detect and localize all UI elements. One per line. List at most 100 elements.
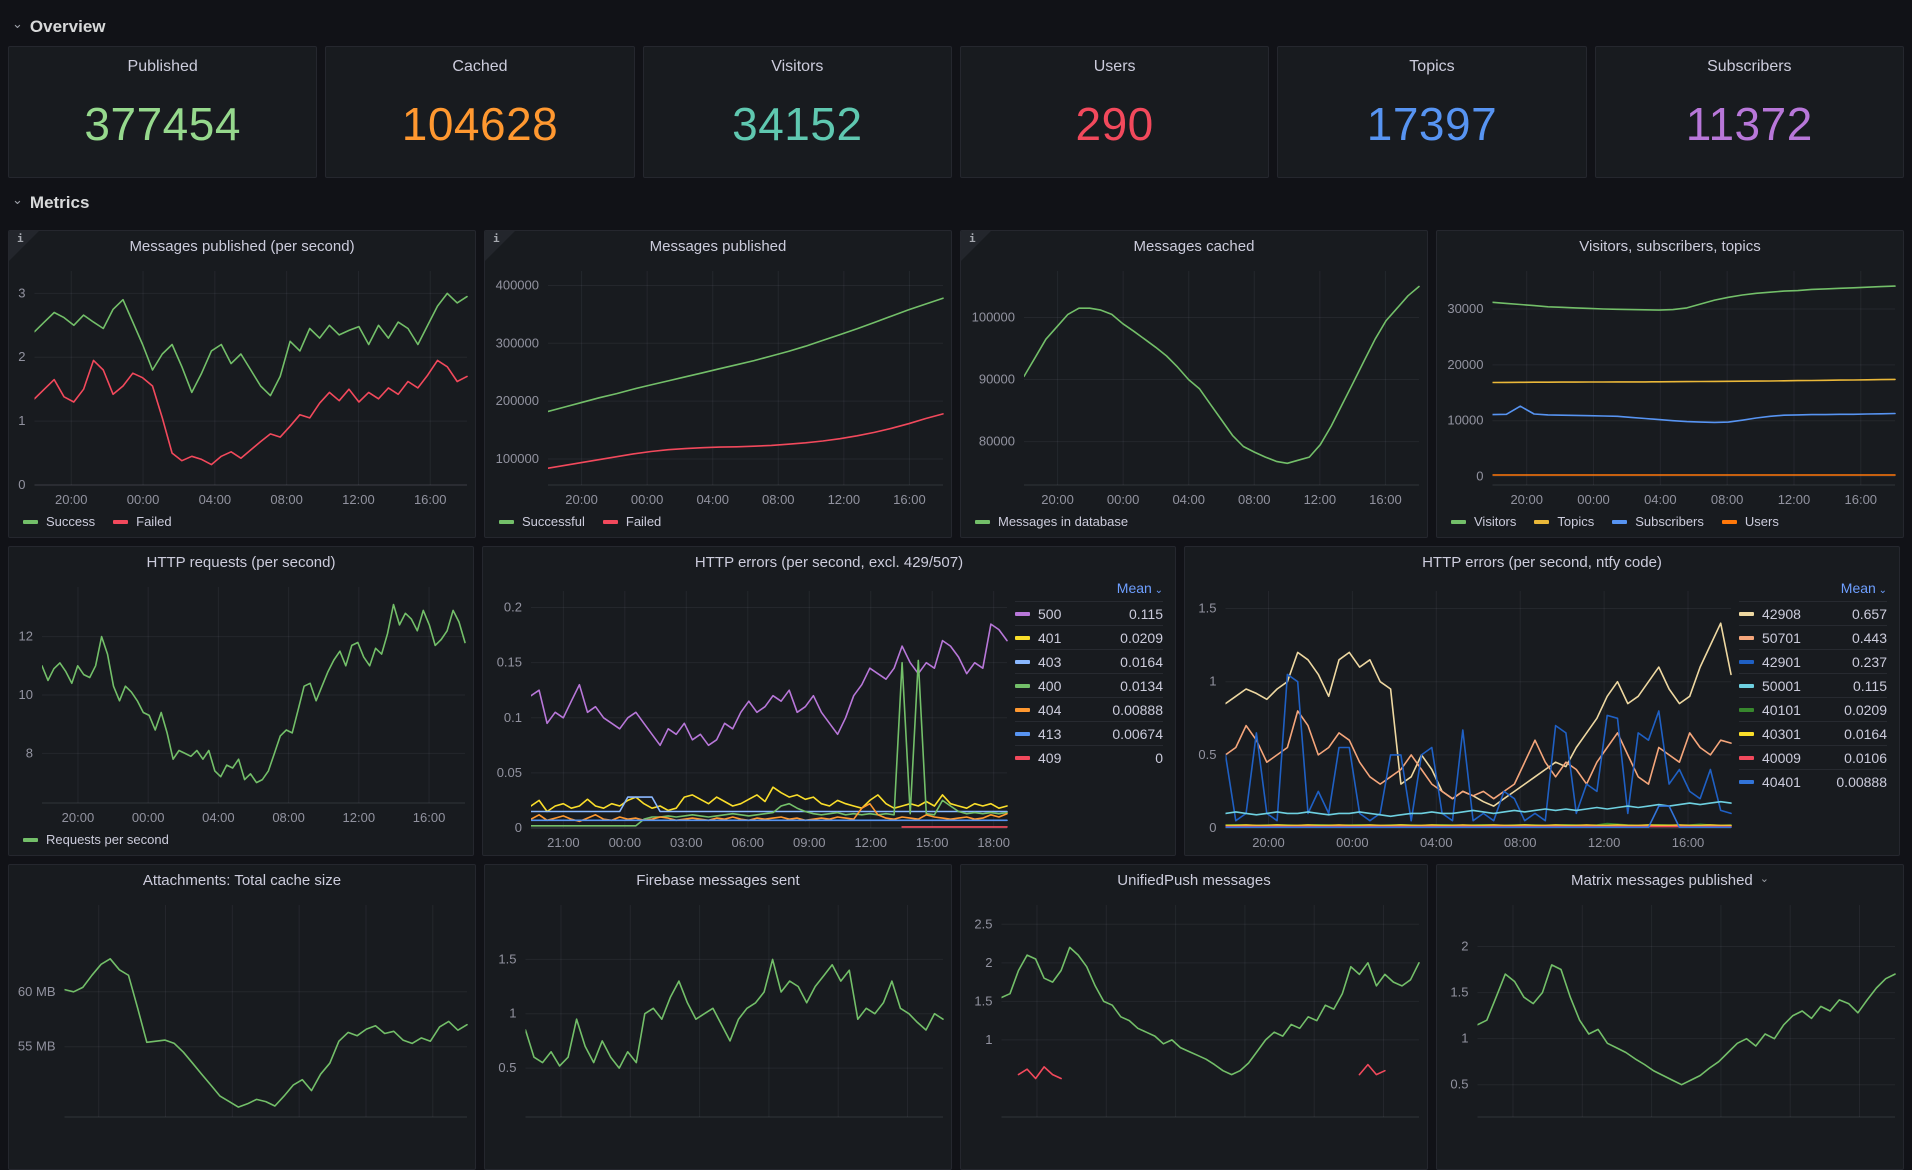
series-mean-value: 0.0209 bbox=[1120, 630, 1163, 646]
panel-title[interactable]: HTTP errors (per second, ntfy code) bbox=[1185, 547, 1899, 577]
stat-value: 11372 bbox=[1686, 70, 1813, 177]
chart-area[interactable]: 20:0000:0004:0008:0012:0016:008000090000… bbox=[961, 261, 1427, 512]
x-axis-tick-label: 06:00 bbox=[732, 835, 765, 850]
series-label: 50701 bbox=[1762, 630, 1801, 646]
legend-table-row[interactable]: 4010.0209 bbox=[1015, 625, 1163, 649]
legend-item[interactable]: Failed bbox=[603, 514, 661, 529]
legend-item[interactable]: Topics bbox=[1534, 514, 1594, 529]
series-color-swatch bbox=[1739, 684, 1754, 688]
y-axis-tick-label: 8 bbox=[26, 745, 33, 760]
series-color-swatch bbox=[1739, 612, 1754, 616]
legend-item[interactable]: Subscribers bbox=[1612, 514, 1704, 529]
x-axis-tick-label: 12:00 bbox=[342, 492, 375, 507]
info-icon[interactable]: i bbox=[17, 232, 24, 245]
x-axis-tick-label: 00:00 bbox=[1577, 492, 1610, 507]
section-row-metrics[interactable]: ⌄ Metrics bbox=[8, 184, 1904, 222]
chevron-down-icon: ⌄ bbox=[12, 16, 23, 32]
legend-mean-header[interactable]: Mean ⌄ bbox=[1739, 577, 1887, 601]
legend-table: Mean ⌄429080.657507010.443429010.2375000… bbox=[1739, 577, 1899, 855]
x-axis-tick-label: 20:00 bbox=[55, 492, 88, 507]
legend-table-row[interactable]: 404010.00888 bbox=[1739, 769, 1887, 793]
legend-table-row[interactable]: 4090 bbox=[1015, 745, 1163, 769]
legend-table-row[interactable]: 400090.0106 bbox=[1739, 745, 1887, 769]
legend-table-row[interactable]: 500010.115 bbox=[1739, 673, 1887, 697]
legend-item[interactable]: Visitors bbox=[1451, 514, 1516, 529]
panel-messages-published-per-second: i Messages published (per second) 20:0000:… bbox=[8, 230, 476, 538]
legend-item[interactable]: Success bbox=[23, 514, 95, 529]
panel-menu-chevron-icon[interactable]: ⌄ bbox=[1760, 872, 1769, 885]
chart-area[interactable]: 11.522.5 bbox=[961, 895, 1427, 1169]
panel-info-corner[interactable] bbox=[961, 231, 991, 261]
legend-table-row[interactable]: 429010.237 bbox=[1739, 649, 1887, 673]
x-axis-tick-label: 00:00 bbox=[132, 810, 165, 825]
panel-title[interactable]: UnifiedPush messages bbox=[961, 865, 1427, 895]
x-axis-tick-label: 00:00 bbox=[1336, 835, 1369, 850]
chart-area[interactable]: 55 MB60 MB bbox=[9, 895, 475, 1169]
legend-table-row[interactable]: 4040.00888 bbox=[1015, 697, 1163, 721]
chart-area[interactable]: 20:0000:0004:0008:0012:0016:000100002000… bbox=[1437, 261, 1903, 512]
legend-item[interactable]: Messages in database bbox=[975, 514, 1128, 529]
legend-item[interactable]: Failed bbox=[113, 514, 171, 529]
series-color-swatch bbox=[975, 520, 990, 524]
legend-item[interactable]: Successful bbox=[499, 514, 585, 529]
chart-area[interactable]: 20:0000:0004:0008:0012:0016:0000.511.5 bbox=[1185, 577, 1739, 855]
series-label: 400 bbox=[1038, 678, 1061, 694]
chart-area[interactable]: 20:0000:0004:0008:0012:0016:001000002000… bbox=[485, 261, 951, 512]
panel-title[interactable]: Firebase messages sent bbox=[485, 865, 951, 895]
panel-title[interactable]: HTTP requests (per second) bbox=[9, 547, 473, 577]
legend-table-row[interactable]: 4030.0164 bbox=[1015, 649, 1163, 673]
legend-table-row[interactable]: 403010.0164 bbox=[1739, 721, 1887, 745]
chart-area[interactable]: 20:0000:0004:0008:0012:0016:000123 bbox=[9, 261, 475, 512]
panel-title[interactable]: Messages published bbox=[485, 231, 951, 261]
legend-table-row[interactable]: 429080.657 bbox=[1739, 601, 1887, 625]
chart-area[interactable]: 0.511.52 bbox=[1437, 895, 1903, 1169]
series-color-swatch bbox=[1451, 520, 1466, 524]
x-axis-tick-label: 21:00 bbox=[547, 835, 580, 850]
legend: Messages in database bbox=[961, 512, 1427, 537]
legend-mean-header[interactable]: Mean ⌄ bbox=[1015, 577, 1163, 601]
y-axis-tick-label: 10 bbox=[19, 687, 33, 702]
panel-title-text: HTTP requests (per second) bbox=[147, 554, 336, 571]
x-axis-tick-label: 15:00 bbox=[916, 835, 949, 850]
info-icon[interactable]: i bbox=[969, 232, 976, 245]
panel-title-text: Messages published (per second) bbox=[129, 238, 354, 255]
panel-title[interactable]: HTTP errors (per second, excl. 429/507) bbox=[483, 547, 1175, 577]
y-axis-tick-label: 1 bbox=[1209, 674, 1216, 689]
panel-title[interactable]: Messages published (per second) bbox=[9, 231, 475, 261]
x-axis-tick-label: 00:00 bbox=[609, 835, 642, 850]
y-axis-tick-label: 0.5 bbox=[1450, 1077, 1468, 1092]
series-mean-value: 0.115 bbox=[1853, 678, 1887, 694]
info-icon[interactable]: i bbox=[493, 232, 500, 245]
panel-title[interactable]: Messages cached bbox=[961, 231, 1427, 261]
series-line-requests-per-second bbox=[42, 605, 465, 783]
stat-value: 377454 bbox=[84, 70, 241, 177]
x-axis-tick-label: 12:00 bbox=[828, 492, 861, 507]
y-axis-tick-label: 90000 bbox=[979, 372, 1015, 387]
panel-messages-cached: iMessages cached20:0000:0004:0008:0012:0… bbox=[960, 230, 1428, 538]
panel-title[interactable]: Visitors, subscribers, topics bbox=[1437, 231, 1903, 261]
y-axis-tick-label: 1.5 bbox=[974, 993, 992, 1008]
legend-table-row[interactable]: 4000.0134 bbox=[1015, 673, 1163, 697]
legend-item[interactable]: Requests per second bbox=[23, 832, 169, 847]
chart-area[interactable]: 0.511.5 bbox=[485, 895, 951, 1169]
legend-table-row[interactable]: 507010.443 bbox=[1739, 625, 1887, 649]
series-line-success bbox=[35, 293, 468, 395]
series-label: 413 bbox=[1038, 726, 1061, 742]
chart-area[interactable]: 21:0000:0003:0006:0009:0012:0015:0018:00… bbox=[483, 577, 1015, 855]
legend-table-row[interactable]: 401010.0209 bbox=[1739, 697, 1887, 721]
panel-title[interactable]: Matrix messages published⌄ bbox=[1437, 865, 1903, 895]
panel-http-errors-per-second-excl-429-507: HTTP errors (per second, excl. 429/507) 2… bbox=[482, 546, 1176, 856]
section-row-overview[interactable]: ⌄ Overview bbox=[8, 8, 1904, 46]
panel-info-corner[interactable] bbox=[485, 231, 515, 261]
legend-table-row[interactable]: 5000.115 bbox=[1015, 601, 1163, 625]
panel-info-corner[interactable] bbox=[9, 231, 39, 261]
x-axis-tick-label: 20:00 bbox=[1041, 492, 1074, 507]
panel-title[interactable]: Attachments: Total cache size bbox=[9, 865, 475, 895]
panel-title-text: Messages published bbox=[650, 238, 787, 255]
legend-item[interactable]: Users bbox=[1722, 514, 1779, 529]
legend-table-row[interactable]: 4130.00674 bbox=[1015, 721, 1163, 745]
stat-panel-topics: Topics17397 bbox=[1277, 46, 1586, 178]
chart-area[interactable]: 20:0000:0004:0008:0012:0016:0081012 bbox=[9, 577, 473, 830]
section-overview-label: Overview bbox=[30, 17, 106, 37]
y-axis-tick-label: 60 MB bbox=[18, 984, 56, 999]
